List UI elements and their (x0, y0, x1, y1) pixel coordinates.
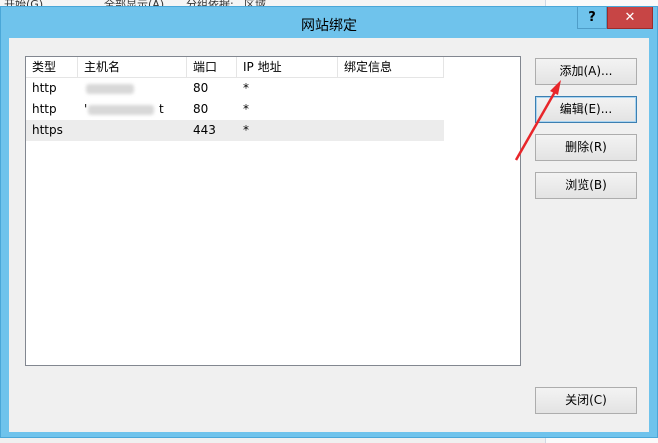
table-row[interactable]: http 80 * (26, 78, 444, 99)
redacted-hostname (86, 84, 134, 94)
table-row[interactable]: https 443 * (26, 120, 444, 141)
close-icon: ✕ (624, 10, 636, 25)
add-button[interactable]: 添加(A)... (535, 58, 637, 85)
dialog-titlebar[interactable]: 网站绑定 ? ✕ (1, 7, 657, 39)
remove-button[interactable]: 删除(R) (535, 134, 637, 161)
column-header-type[interactable]: 类型 (26, 57, 78, 78)
dialog-client-area: 类型 主机名 端口 IP 地址 绑定信息 http 80 * http ' t … (9, 38, 649, 432)
column-header-ip-address[interactable]: IP 地址 (237, 57, 338, 78)
help-icon: ? (588, 10, 596, 25)
column-header-hostname[interactable]: 主机名 (78, 57, 187, 78)
close-button[interactable]: 关闭(C) (535, 387, 637, 414)
cell-type: http (32, 102, 57, 116)
cell-port: 80 (193, 81, 209, 95)
cell-ip: * (243, 123, 249, 137)
redacted-hostname (88, 105, 154, 115)
cell-hostname: ' (84, 102, 88, 116)
column-header-port[interactable]: 端口 (187, 57, 237, 78)
cell-port: 443 (193, 123, 216, 137)
site-bindings-dialog: 网站绑定 ? ✕ 类型 主机名 端口 IP 地址 绑定信息 http 80 * (0, 6, 658, 438)
cell-port: 80 (193, 102, 209, 116)
dialog-title: 网站绑定 (301, 18, 357, 34)
close-window-button[interactable]: ✕ (607, 7, 653, 29)
cell-type: https (32, 123, 63, 137)
cell-ip: * (243, 102, 249, 116)
edit-button[interactable]: 编辑(E)... (535, 96, 637, 123)
cell-ip: * (243, 81, 249, 95)
cell-type: http (32, 81, 57, 95)
browse-button[interactable]: 浏览(B) (535, 172, 637, 199)
help-button[interactable]: ? (577, 7, 607, 29)
bindings-list-header: 类型 主机名 端口 IP 地址 绑定信息 (26, 57, 444, 78)
column-header-binding-info[interactable]: 绑定信息 (338, 57, 444, 78)
bindings-list[interactable]: 类型 主机名 端口 IP 地址 绑定信息 http 80 * http ' t … (25, 56, 521, 366)
table-row[interactable]: http ' t 80 * (26, 99, 444, 120)
cell-hostname-suffix: t (159, 102, 164, 116)
